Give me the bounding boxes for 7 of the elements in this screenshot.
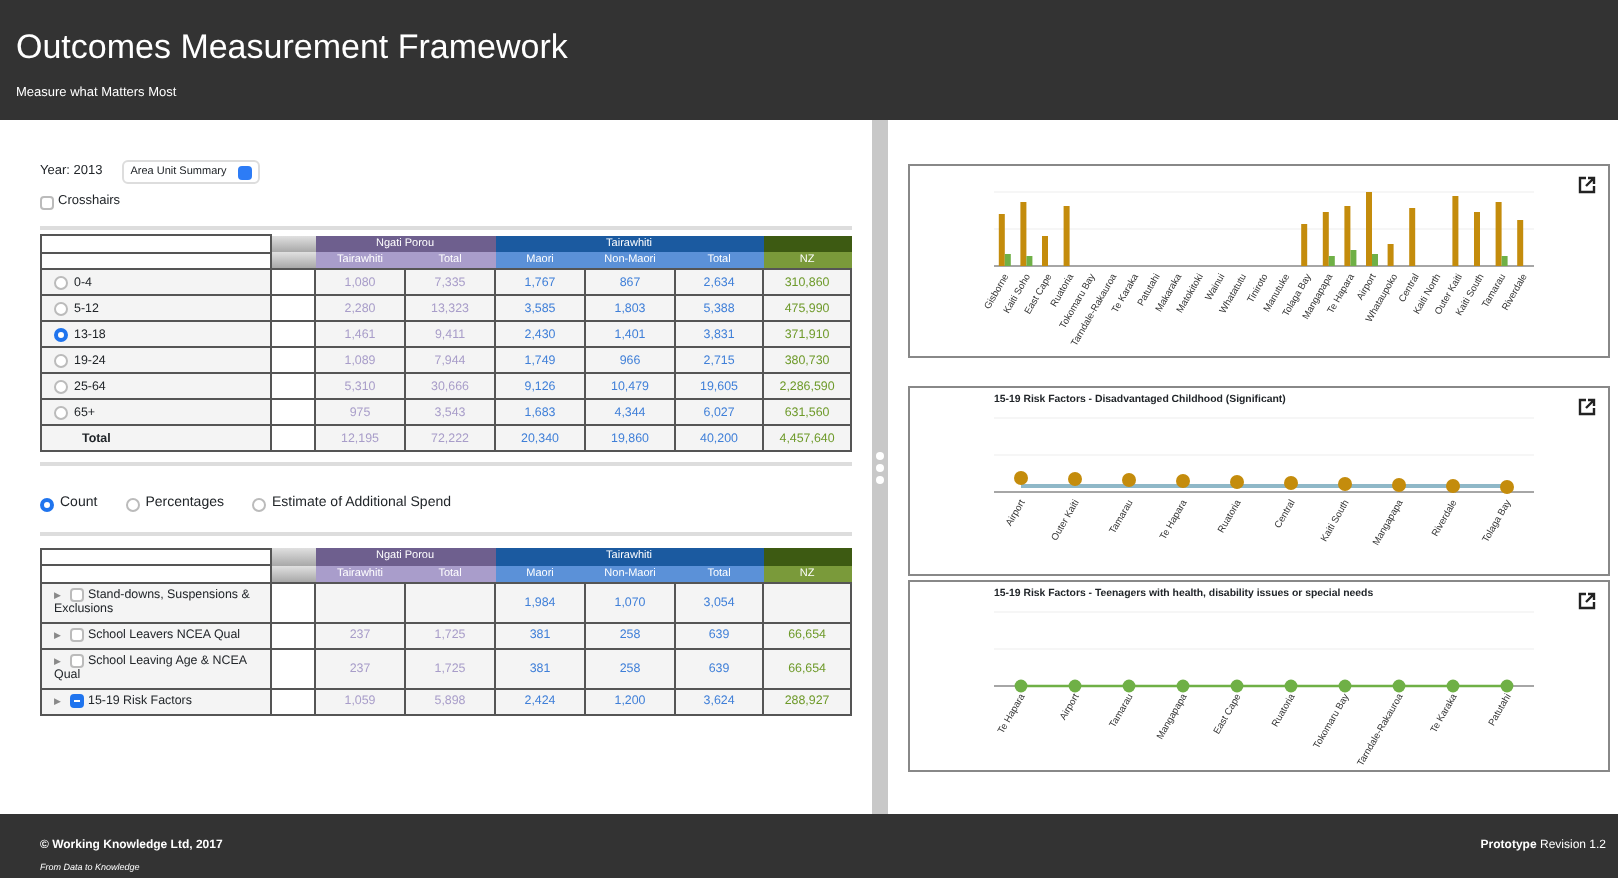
- group-header: [763, 548, 852, 566]
- expand-icon[interactable]: [1578, 592, 1596, 610]
- splitter-handle[interactable]: [872, 120, 888, 814]
- group-header: [763, 235, 852, 253]
- expand-icon[interactable]: [1578, 176, 1596, 194]
- expand-icon[interactable]: [1578, 398, 1596, 416]
- app-title: Outcomes Measurement Framework: [16, 28, 570, 68]
